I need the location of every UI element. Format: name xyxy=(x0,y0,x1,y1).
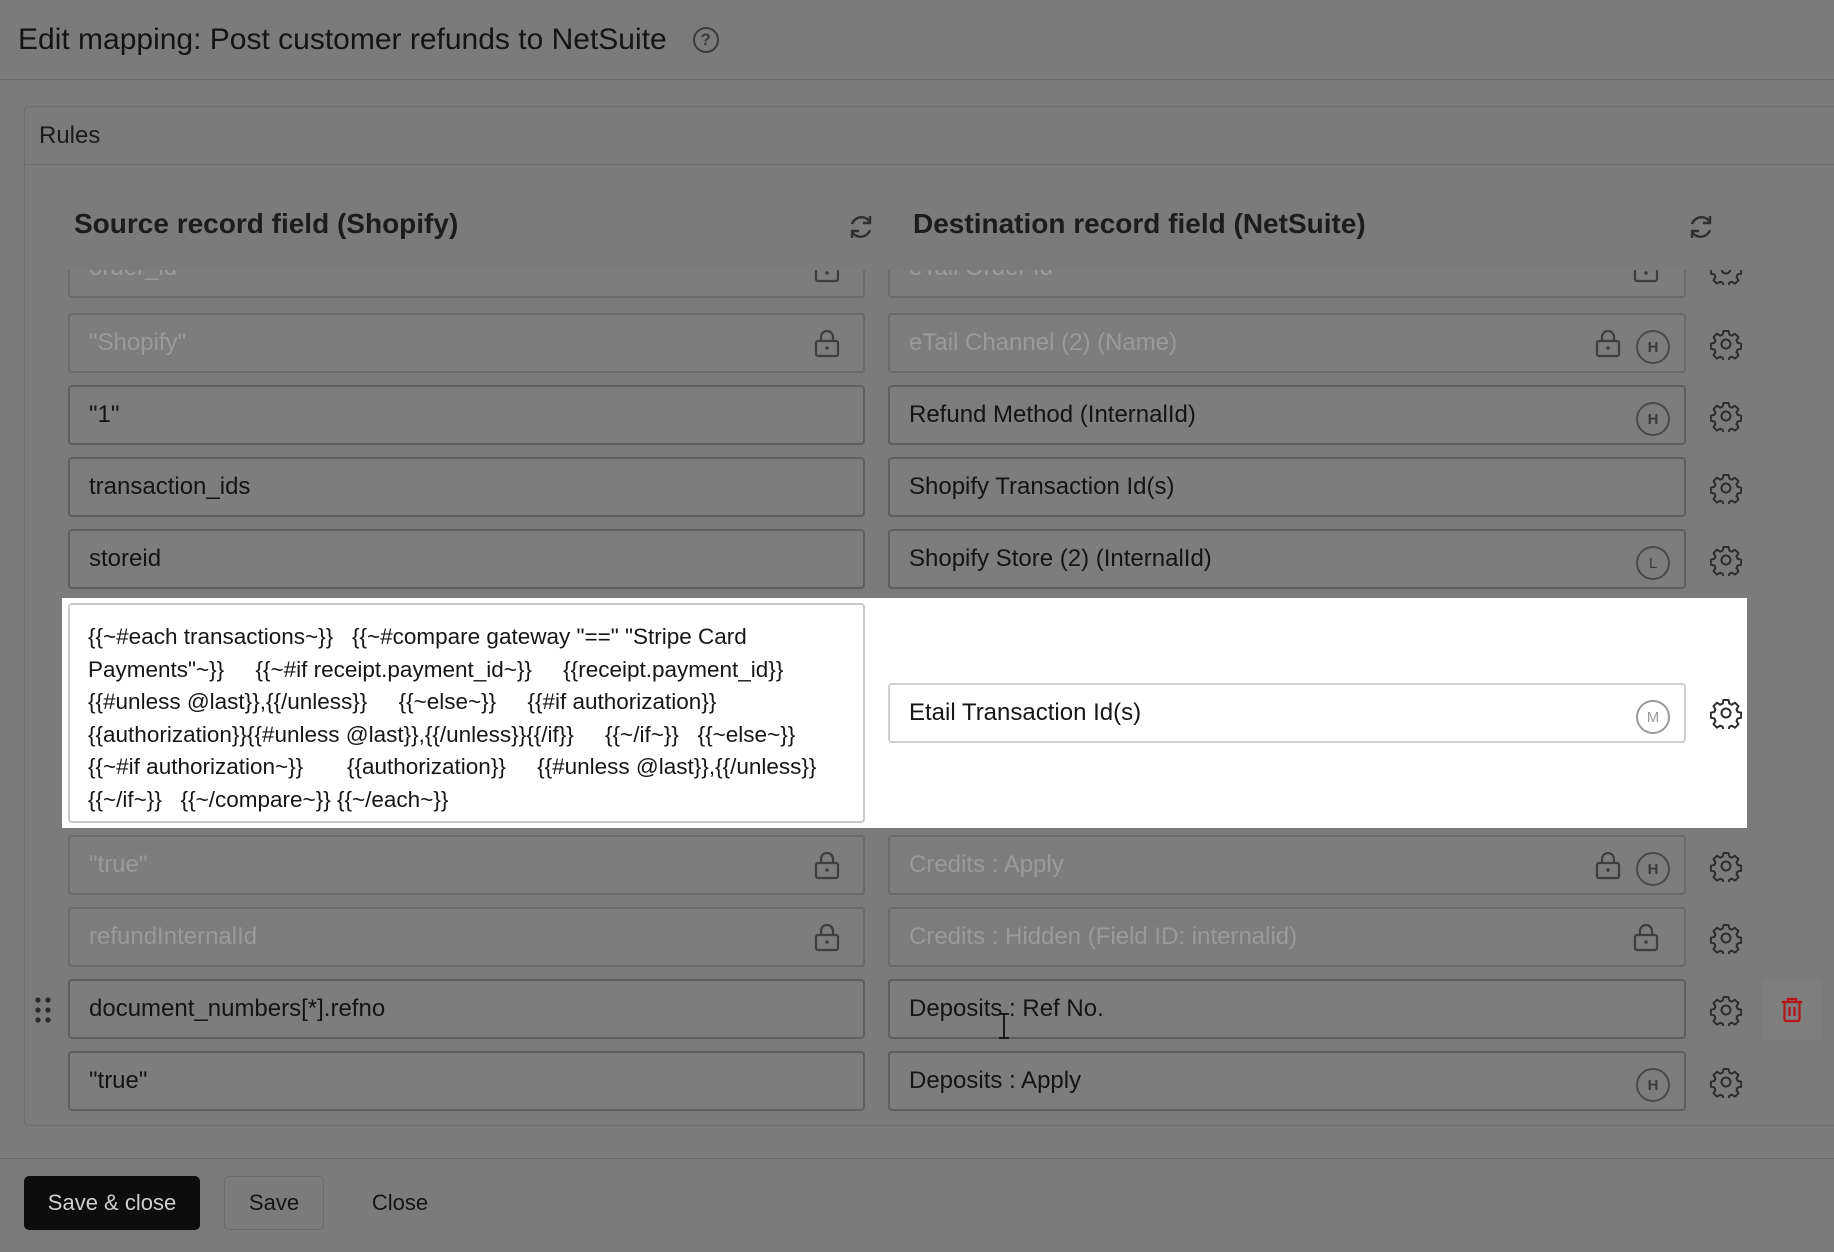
settings-gear-icon[interactable] xyxy=(1710,1066,1742,1098)
destination-field-value: eTail Channel (2) (Name) xyxy=(909,329,1178,356)
hardcoded-badge: H xyxy=(1636,330,1670,364)
settings-gear-icon[interactable] xyxy=(1710,472,1742,504)
save-and-close-button[interactable]: Save & close xyxy=(24,1176,200,1230)
settings-gear-icon[interactable] xyxy=(1710,544,1742,576)
multi-field-badge: M xyxy=(1636,700,1670,734)
settings-gear-icon[interactable] xyxy=(1710,270,1742,285)
source-field-value: order_id xyxy=(89,270,177,282)
rules-title: Rules xyxy=(25,107,1834,165)
lock-icon xyxy=(1633,923,1659,952)
source-field[interactable]: "Shopify" xyxy=(68,313,865,373)
source-field[interactable]: "true" xyxy=(68,1051,865,1111)
hardcoded-badge: H xyxy=(1636,852,1670,886)
destination-column-header: Destination record field (NetSuite) xyxy=(913,208,1366,239)
source-field-value: refundInternalId xyxy=(89,923,258,950)
source-field[interactable]: "1" xyxy=(68,385,865,445)
destination-field[interactable]: eTail Channel (2) (Name) H xyxy=(888,313,1686,373)
destination-field[interactable]: eTail Order Id xyxy=(888,270,1686,298)
mapping-row: "Shopify" eTail Channel (2) (Name) H xyxy=(0,313,1834,375)
source-field-value: "true" xyxy=(89,851,148,878)
question-circle-icon[interactable]: ? xyxy=(692,26,719,53)
destination-field-value: Refund Method (InternalId) xyxy=(909,401,1196,428)
lock-icon xyxy=(1595,329,1621,358)
dialog-footer: Save & close Save Close xyxy=(0,1158,1834,1252)
destination-field[interactable]: Credits : Hidden (Field ID: internalid) xyxy=(888,907,1686,967)
mapping-row: storeid Shopify Store (2) (InternalId) L xyxy=(0,529,1834,591)
destination-field-value: Credits : Apply xyxy=(909,851,1064,878)
source-field-value: "Shopify" xyxy=(89,329,187,356)
settings-gear-icon[interactable] xyxy=(1710,994,1742,1026)
close-button[interactable]: Close xyxy=(352,1176,448,1230)
dialog-header: Edit mapping: Post customer refunds to N… xyxy=(0,0,1834,80)
destination-field[interactable]: Deposits : Apply H xyxy=(888,1051,1686,1111)
destination-field-value: Deposits : Apply xyxy=(909,1067,1082,1094)
settings-gear-icon[interactable] xyxy=(1710,850,1742,882)
settings-gear-icon[interactable] xyxy=(1710,400,1742,432)
settings-gear-icon[interactable] xyxy=(1710,922,1742,954)
source-field-value: "1" xyxy=(89,401,120,428)
source-field[interactable]: order_id xyxy=(68,270,865,298)
destination-field[interactable]: Refund Method (InternalId) H xyxy=(888,385,1686,445)
destination-field-value: Shopify Transaction Id(s) xyxy=(909,473,1175,500)
lock-icon xyxy=(1595,851,1621,880)
mapping-row: transaction_ids Shopify Transaction Id(s… xyxy=(0,457,1834,519)
destination-field[interactable]: Etail Transaction Id(s) M xyxy=(888,683,1686,743)
mapping-row: refundInternalId Credits : Hidden (Field… xyxy=(0,907,1834,969)
source-field-value: "true" xyxy=(89,1067,148,1094)
source-field[interactable]: transaction_ids xyxy=(68,457,865,517)
save-button[interactable]: Save xyxy=(224,1176,324,1230)
mapping-row: "1" Refund Method (InternalId) H xyxy=(0,385,1834,447)
text-cursor-icon xyxy=(999,1013,1009,1039)
source-field[interactable]: refundInternalId xyxy=(68,907,865,967)
settings-gear-icon[interactable] xyxy=(1710,697,1742,729)
source-field[interactable]: "true" xyxy=(68,835,865,895)
source-field[interactable]: storeid xyxy=(68,529,865,589)
mapping-row: document_numbers[*].refno Deposits : Ref… xyxy=(0,979,1834,1041)
refresh-destination-icon[interactable] xyxy=(1686,212,1716,242)
destination-field[interactable]: Shopify Transaction Id(s) xyxy=(888,457,1686,517)
lock-icon xyxy=(814,923,840,952)
source-field-value: storeid xyxy=(89,545,162,572)
destination-field-value: Credits : Hidden (Field ID: internalid) xyxy=(909,923,1298,950)
delete-row-button[interactable] xyxy=(1762,980,1822,1040)
destination-field[interactable]: Shopify Store (2) (InternalId) L xyxy=(888,529,1686,589)
mapping-row: order_id eTail Order Id xyxy=(0,270,1834,300)
source-column-header: Source record field (Shopify) xyxy=(74,208,459,239)
refresh-source-icon[interactable] xyxy=(846,212,876,242)
dialog-title: Edit mapping: Post customer refunds to N… xyxy=(18,22,667,56)
drag-handle-icon[interactable] xyxy=(33,995,53,1025)
source-field[interactable]: document_numbers[*].refno xyxy=(68,979,865,1039)
source-field-value: document_numbers[*].refno xyxy=(89,995,386,1022)
source-field-value: transaction_ids xyxy=(89,473,251,500)
destination-field-value: Shopify Store (2) (InternalId) xyxy=(909,545,1212,572)
lookup-badge: L xyxy=(1636,546,1670,580)
mapping-row: "true" Credits : Apply H xyxy=(0,835,1834,897)
lock-icon xyxy=(814,270,840,283)
lock-icon xyxy=(814,329,840,358)
hardcoded-badge: H xyxy=(1636,1068,1670,1102)
destination-field-value: Etail Transaction Id(s) xyxy=(909,699,1142,726)
trash-icon xyxy=(1782,997,1802,1023)
handlebars-expression-field[interactable]: {{~#each transactions~}} {{~#compare gat… xyxy=(68,603,865,823)
settings-gear-icon[interactable] xyxy=(1710,328,1742,360)
lock-icon xyxy=(814,851,840,880)
hardcoded-badge: H xyxy=(1636,402,1670,436)
destination-field[interactable]: Credits : Apply H xyxy=(888,835,1686,895)
destination-field-value: eTail Order Id xyxy=(909,270,1053,282)
lock-icon xyxy=(1633,270,1659,283)
mapping-row: "true" Deposits : Apply H xyxy=(0,1051,1834,1113)
